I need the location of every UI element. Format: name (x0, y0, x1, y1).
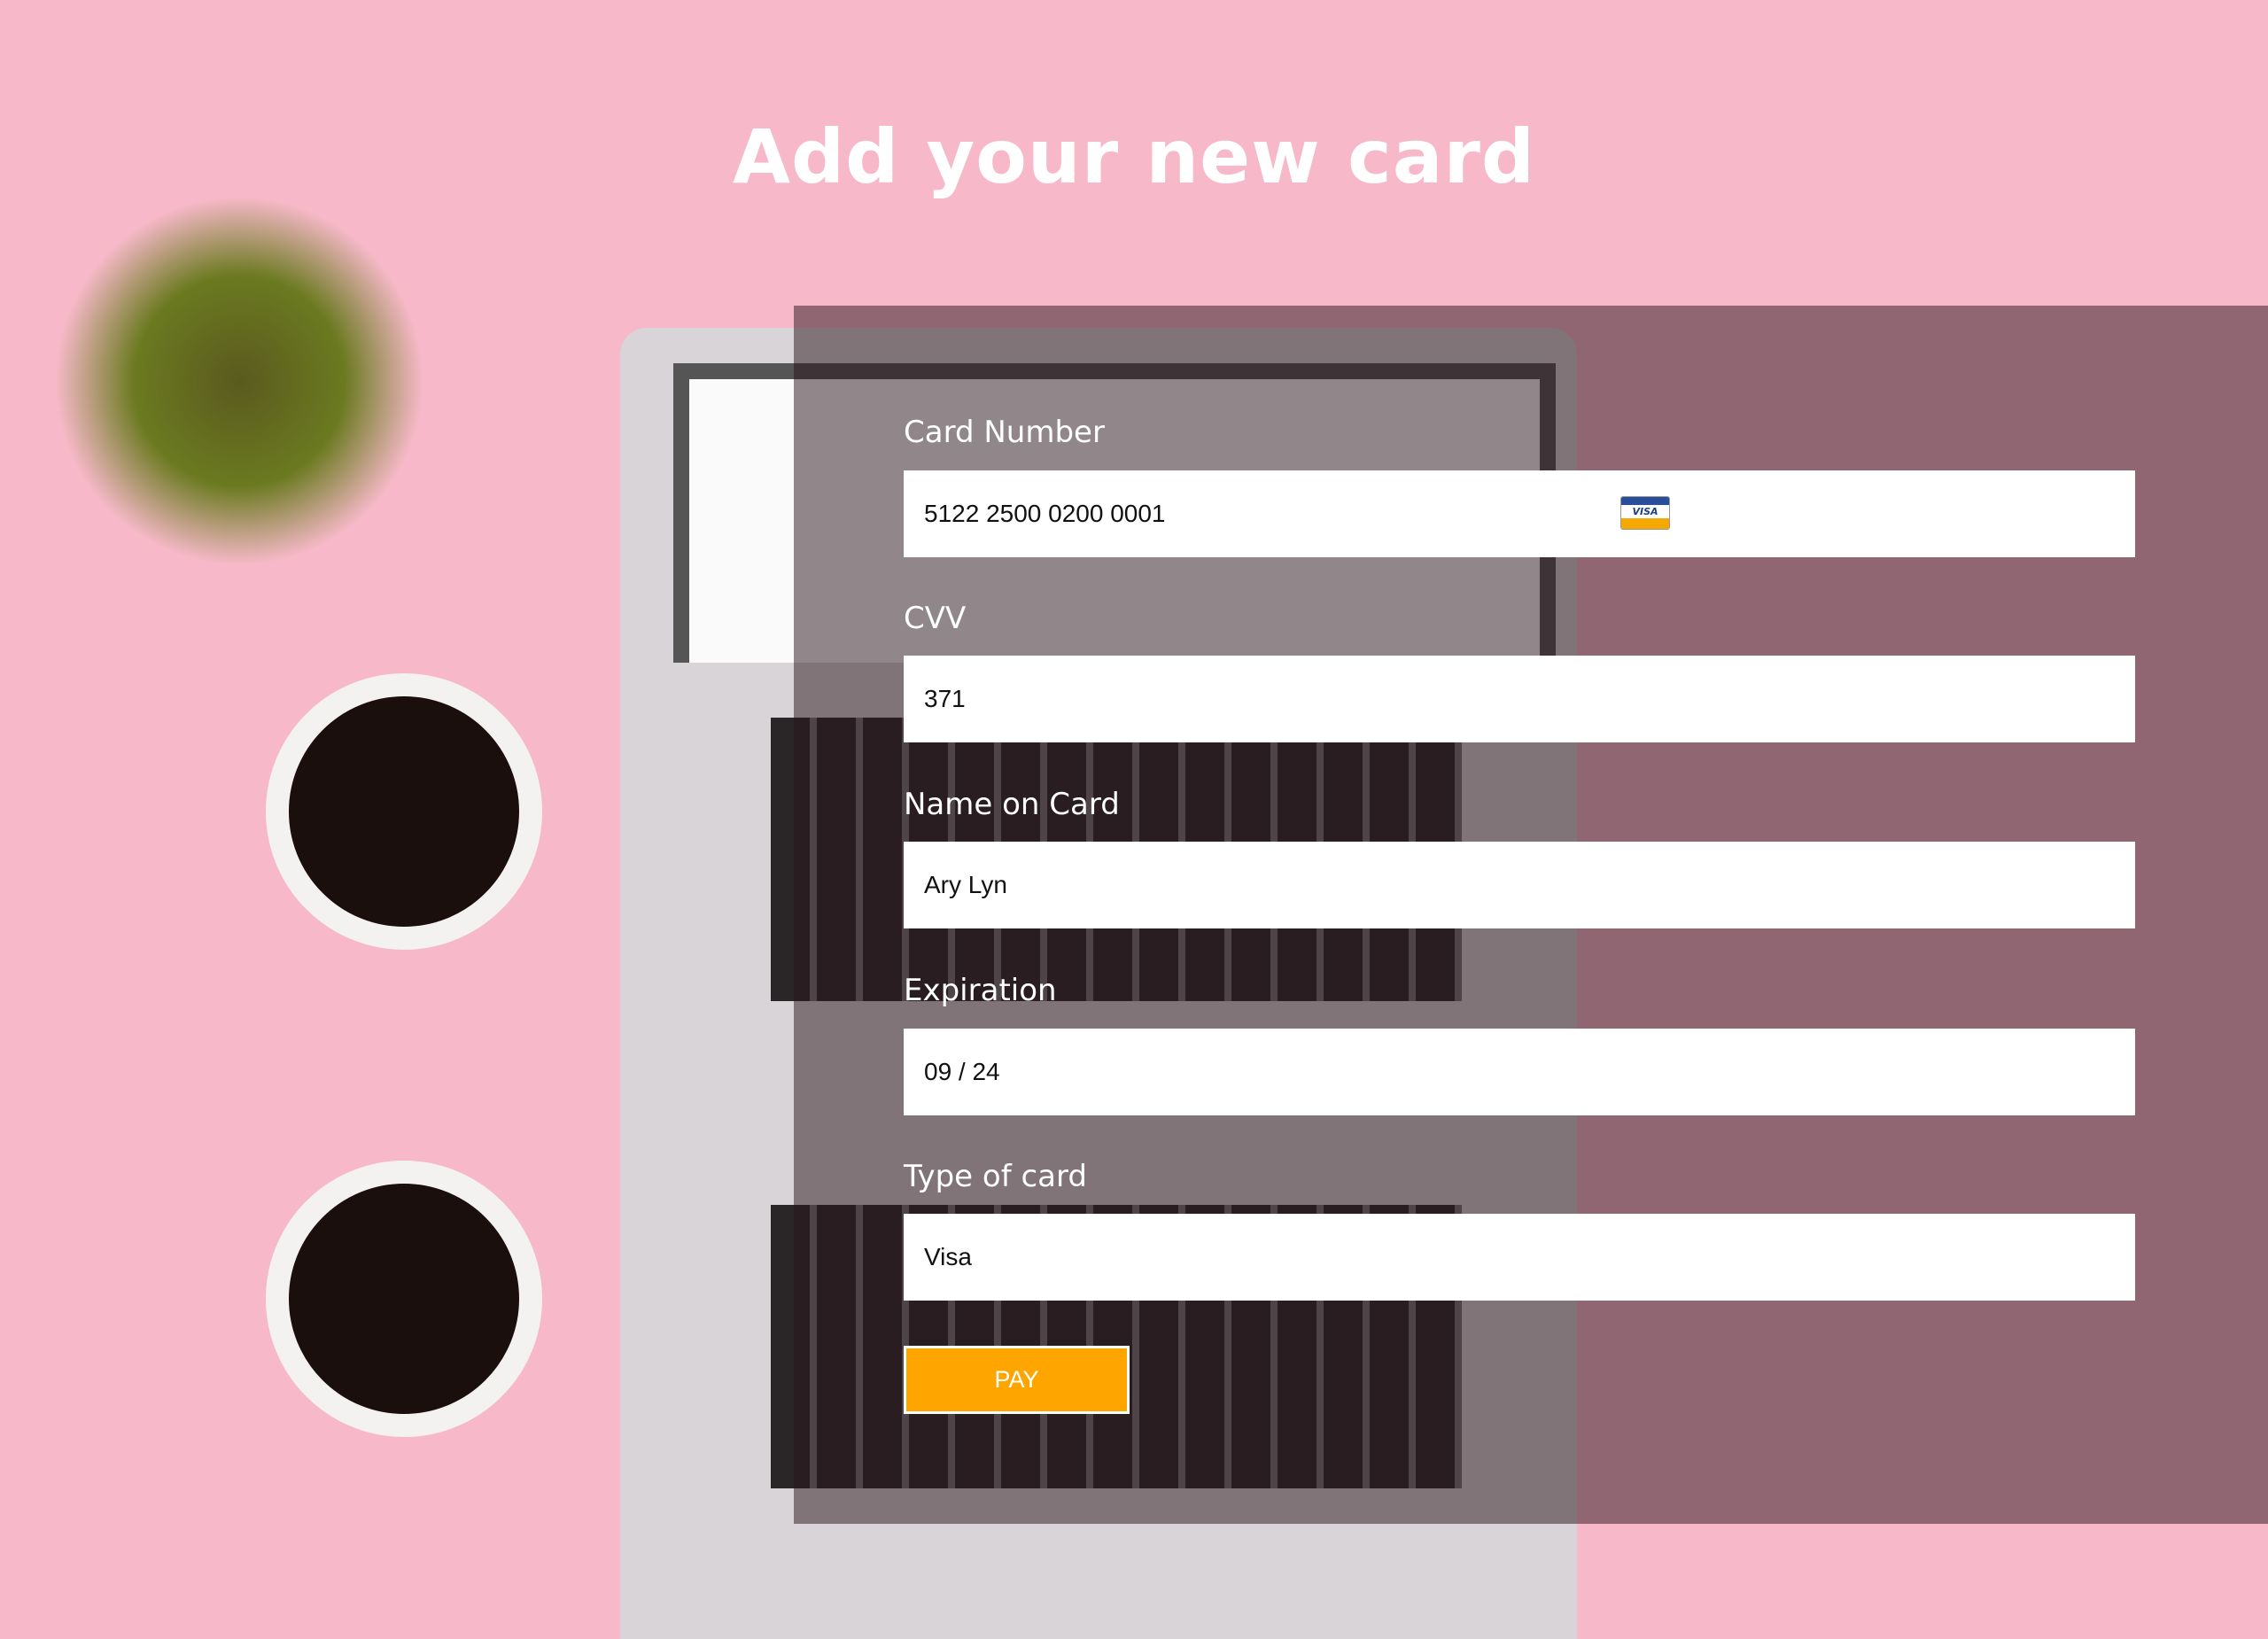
pay-button[interactable]: PAY (904, 1346, 1130, 1414)
expiration-label: Expiration (904, 973, 1057, 1008)
cvv-label: CVV (904, 601, 967, 636)
expiration-input[interactable]: 09 / 24 (904, 1029, 2135, 1115)
card-number-label: Card Number (904, 415, 1105, 450)
visa-card-icon: VISA (1620, 496, 1670, 530)
cvv-input[interactable]: 371 (904, 656, 2135, 742)
coffee-cup-decor (266, 673, 542, 950)
name-on-card-input[interactable]: Ary Lyn (904, 842, 2135, 928)
name-on-card-label: Name on Card (904, 787, 1120, 822)
page-title: Add your new card (732, 113, 1536, 200)
coffee-cup-decor (266, 1161, 542, 1437)
plant-decor (53, 195, 425, 567)
card-number-input[interactable]: 5122 2500 0200 0001 (904, 470, 2135, 557)
card-type-label: Type of card (904, 1159, 1087, 1194)
visa-icon-text: VISA (1632, 506, 1658, 517)
card-type-input[interactable]: Visa (904, 1214, 2135, 1301)
